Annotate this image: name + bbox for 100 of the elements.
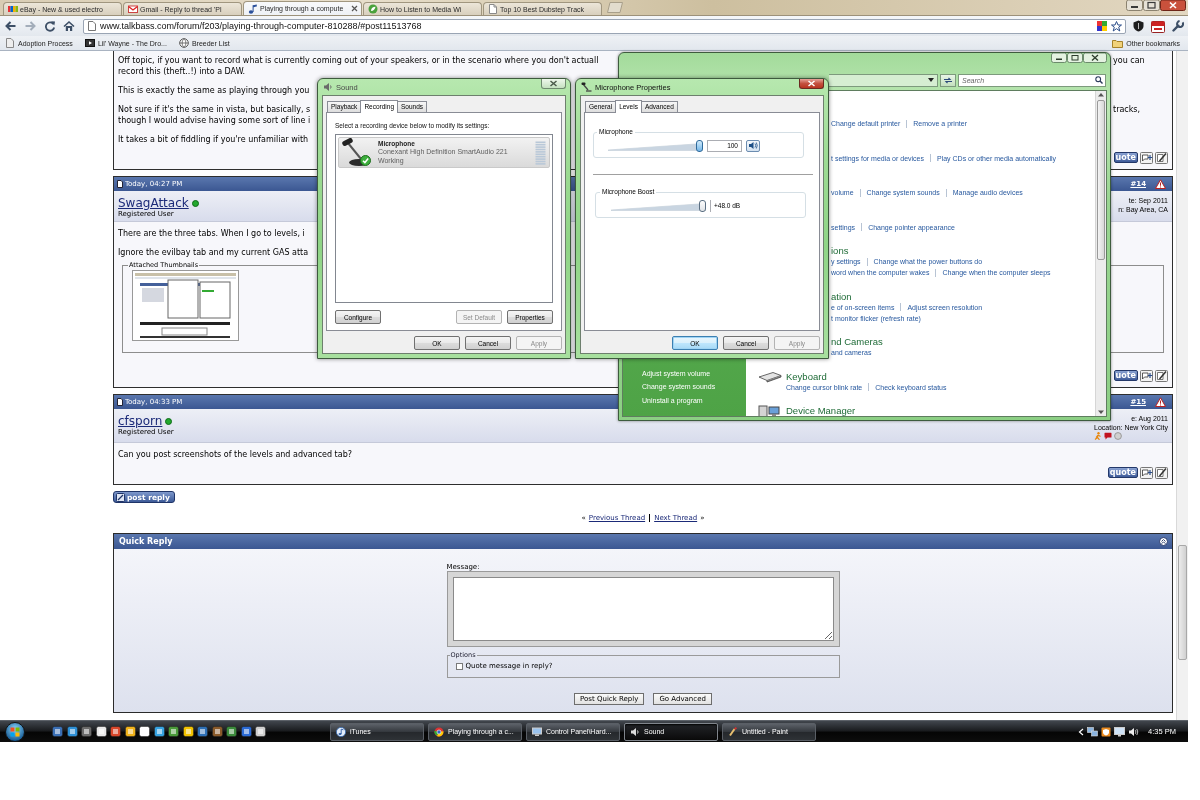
shield-icon[interactable] — [1133, 20, 1144, 32]
minimize-button[interactable] — [1051, 53, 1067, 63]
panel-title: Quick Reply — [119, 537, 173, 546]
page-icon — [488, 4, 498, 14]
post-text: Ignore the evilbay tab and my current GAS atta — [118, 247, 309, 258]
app-icon[interactable] — [168, 726, 179, 737]
quote-button[interactable]: uote — [1113, 370, 1138, 381]
shield-icon[interactable] — [1101, 726, 1112, 737]
circle-logo-icon — [434, 726, 444, 737]
page-icon — [5, 38, 15, 48]
app-icon[interactable] — [110, 726, 121, 737]
video-icon — [84, 38, 95, 48]
music-note-icon — [336, 726, 346, 737]
edit-icon[interactable] — [1155, 466, 1168, 479]
wrench-icon[interactable] — [1172, 20, 1184, 32]
edit-icon — [116, 492, 125, 502]
app-icon[interactable] — [139, 726, 150, 737]
warning-icon[interactable] — [1155, 397, 1166, 407]
app-icon[interactable] — [197, 726, 208, 737]
edit-icon[interactable] — [1155, 151, 1168, 164]
multi-quote-icon[interactable] — [1140, 466, 1153, 479]
username-link[interactable]: SwagAttack — [118, 197, 189, 210]
start-button[interactable] — [4, 721, 26, 742]
post-text: It takes a bit of fiddling if you're unfamiliar with — [118, 134, 309, 145]
quote-button[interactable]: quote — [1107, 467, 1138, 478]
quote-button[interactable]: uote — [1113, 152, 1138, 163]
app-icon[interactable] — [153, 726, 165, 737]
scrollbar-thumb[interactable] — [1097, 100, 1105, 260]
close-button[interactable] — [541, 79, 566, 89]
app-icon[interactable] — [124, 726, 136, 737]
folder-icon — [1112, 38, 1124, 48]
slider-track[interactable] — [611, 199, 706, 212]
app-icon[interactable] — [52, 726, 63, 737]
app-icon[interactable] — [255, 726, 266, 737]
network-icon[interactable] — [1087, 726, 1099, 737]
app-icon[interactable] — [226, 726, 237, 737]
maximize-button[interactable] — [1143, 0, 1160, 11]
multi-quote-icon[interactable] — [1140, 369, 1153, 382]
maximize-button[interactable] — [1067, 53, 1083, 63]
post-text: record this (theft..!) into a DAW. — [118, 66, 246, 77]
username-link[interactable]: cfsporn — [118, 415, 163, 428]
checkbox[interactable] — [455, 662, 463, 670]
category-heading[interactable]: nd Cameras — [831, 336, 1095, 347]
category-heading[interactable]: Device Manager — [786, 405, 856, 416]
microphone-icon — [581, 82, 592, 92]
slider-track[interactable] — [608, 139, 703, 152]
refresh-button[interactable] — [940, 73, 956, 87]
category-heading[interactable]: Keyboard — [786, 370, 947, 382]
slider-thumb[interactable] — [696, 139, 703, 152]
calendar-icon[interactable] — [1151, 19, 1165, 33]
logo-icon — [8, 4, 18, 14]
edit-icon[interactable] — [1155, 369, 1168, 382]
close-button[interactable] — [1160, 0, 1186, 11]
address-field[interactable] — [829, 73, 938, 87]
globe-icon — [178, 38, 189, 48]
close-button[interactable] — [1083, 53, 1107, 63]
chevron-icon[interactable] — [1078, 727, 1085, 736]
scrollbar[interactable] — [1095, 91, 1106, 416]
page-icon — [117, 398, 123, 406]
address-field[interactable]: www.talkbass.com/forum/f203/playing-through-computer-810288/#post11513768 — [83, 18, 1126, 34]
minimize-button[interactable] — [1126, 0, 1143, 11]
page-icon — [117, 180, 123, 188]
thumbnail-drawing[interactable] — [132, 270, 239, 341]
app-icon[interactable] — [211, 726, 223, 737]
back-icon[interactable] — [4, 20, 17, 32]
scrollbar-thumb[interactable] — [1178, 545, 1187, 660]
slider-thumb[interactable] — [699, 199, 706, 212]
tile-icon[interactable] — [1097, 21, 1107, 31]
category-heading[interactable]: ation — [831, 290, 1095, 302]
star-icon[interactable] — [1111, 20, 1122, 32]
speaker-icon — [748, 141, 758, 150]
category-heading[interactable]: ions — [831, 245, 1095, 256]
keyboard-icon[interactable] — [758, 370, 782, 383]
close-button[interactable] — [799, 79, 824, 89]
home-icon[interactable] — [63, 20, 75, 32]
warning-icon[interactable] — [1155, 179, 1166, 189]
reload-icon[interactable] — [44, 20, 56, 32]
close-icon[interactable] — [351, 5, 358, 12]
mute-toggle-button[interactable] — [746, 139, 760, 152]
search-icon[interactable] — [1095, 76, 1103, 84]
scroll-up-icon[interactable] — [1097, 91, 1105, 98]
speaker-icon[interactable] — [1128, 726, 1140, 737]
app-icon[interactable] — [81, 726, 92, 737]
message-field[interactable] — [452, 577, 834, 641]
monitor-icon[interactable] — [1114, 726, 1126, 737]
page-icon — [88, 21, 96, 31]
multi-quote-icon[interactable] — [1140, 151, 1153, 164]
app-icon[interactable] — [66, 726, 78, 737]
envelope-icon — [128, 4, 138, 14]
swap-arrows-icon — [943, 75, 953, 85]
speaker-icon — [630, 726, 640, 737]
computer-icon[interactable] — [758, 405, 780, 416]
music-note-icon — [248, 3, 258, 14]
scrollbar[interactable] — [1176, 51, 1188, 720]
caret-icon[interactable] — [928, 78, 934, 82]
collapse-icon[interactable] — [1159, 537, 1168, 546]
app-icon[interactable] — [95, 726, 107, 737]
app-icon[interactable] — [240, 726, 252, 737]
app-icon[interactable] — [182, 726, 194, 737]
chat-bubble-icon[interactable] — [1104, 432, 1113, 440]
